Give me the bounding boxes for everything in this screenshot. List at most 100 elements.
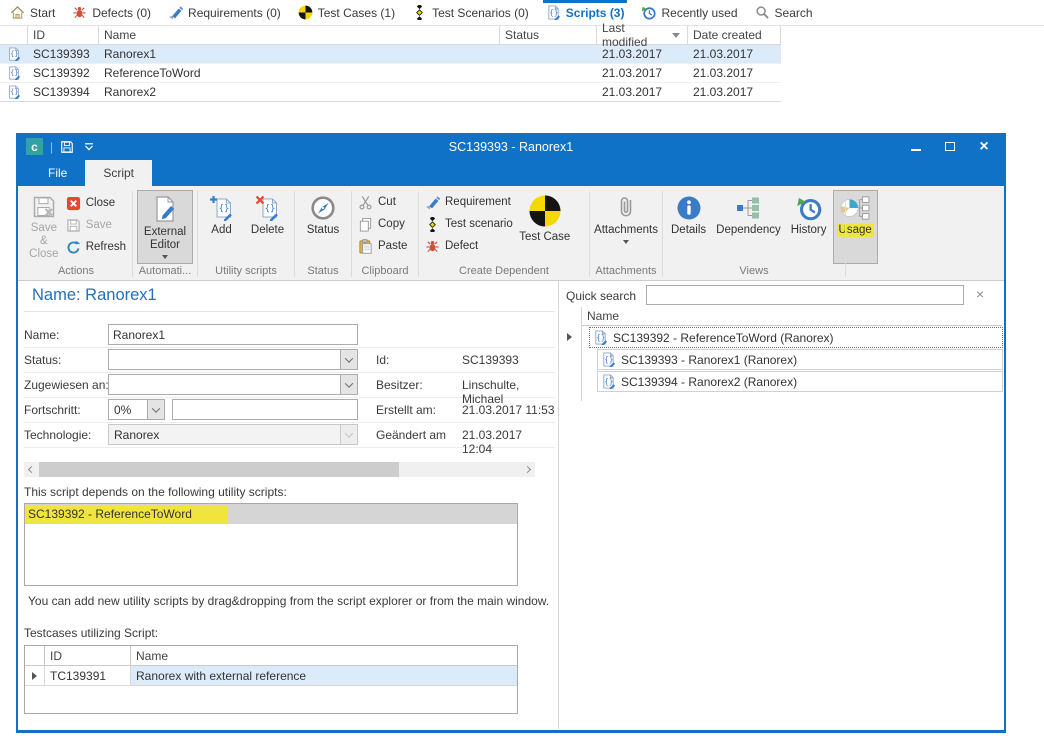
id-value: SC139393 bbox=[462, 353, 519, 367]
status-dropdown[interactable] bbox=[108, 349, 358, 370]
header-name[interactable]: Name bbox=[99, 26, 500, 44]
header-id[interactable]: ID bbox=[45, 646, 131, 665]
close-window-button[interactable]: × bbox=[978, 141, 990, 153]
row-indicator-icon bbox=[567, 333, 572, 341]
scenario-icon bbox=[425, 217, 440, 232]
button-label: Refresh bbox=[86, 241, 126, 253]
attachments-button[interactable]: Attachments bbox=[593, 190, 659, 264]
button-label: Copy bbox=[378, 218, 405, 230]
sort-desc-icon bbox=[672, 33, 680, 38]
table-row[interactable]: {} SC139393 Ranorex1 21.03.2017 21.03.20… bbox=[0, 45, 781, 64]
ribbon-tab-script[interactable]: Script bbox=[85, 160, 152, 186]
minimize-button[interactable] bbox=[910, 141, 922, 153]
progress-dropdown[interactable]: 0% bbox=[108, 399, 165, 420]
home-icon bbox=[10, 5, 25, 20]
tab-test-scenarios[interactable]: Test Scenarios (0) bbox=[412, 0, 529, 25]
quick-save-icon[interactable] bbox=[60, 140, 74, 154]
header-last-modified[interactable]: Last modified bbox=[597, 26, 688, 44]
create-test-case-button[interactable]: Test Case bbox=[515, 191, 575, 264]
assigned-to-dropdown[interactable] bbox=[108, 374, 358, 395]
dropdown-chevron-icon bbox=[162, 255, 168, 259]
button-label: External Editor bbox=[141, 226, 189, 252]
status-button[interactable]: Status bbox=[299, 190, 347, 264]
paste-button[interactable]: Paste bbox=[356, 235, 414, 257]
name-input[interactable] bbox=[108, 324, 358, 345]
dependencies-heading: This script depends on the following uti… bbox=[24, 485, 287, 499]
ribbon-tab-file[interactable]: File bbox=[30, 160, 85, 186]
button-label: Defect bbox=[445, 240, 478, 252]
button-label: Test Case bbox=[519, 231, 570, 244]
create-test-scenario-button[interactable]: Test scenario bbox=[423, 213, 515, 235]
create-requirement-button[interactable]: Requirement bbox=[423, 191, 515, 213]
chevron-down-icon bbox=[345, 429, 353, 437]
save-button[interactable]: Save bbox=[64, 214, 128, 236]
dropdown-button[interactable] bbox=[147, 400, 164, 419]
window-titlebar[interactable]: c | SC139393 - Ranorex1 × bbox=[18, 133, 1004, 160]
explorer-row[interactable]: {} SC139393 - Ranorex1 (Ranorex) bbox=[597, 349, 1003, 370]
scroll-right-button[interactable] bbox=[520, 462, 535, 477]
form-row-status: Status: Id: SC139393 bbox=[24, 348, 555, 373]
explorer-column-header[interactable]: Name bbox=[581, 307, 1002, 326]
table-row[interactable]: {} SC139394 Ranorex2 21.03.2017 21.03.20… bbox=[0, 83, 781, 102]
explorer-row[interactable]: {} SC139392 - ReferenceToWord (Ranorex) bbox=[589, 327, 1003, 348]
tab-search[interactable]: Search bbox=[755, 0, 813, 25]
maximize-icon bbox=[945, 142, 955, 151]
save-and-close-button[interactable]: Save & Close bbox=[24, 190, 64, 264]
explorer-row-label: SC139392 - ReferenceToWord (Ranorex) bbox=[613, 331, 834, 345]
scripts-table-header: ID Name Status Last modified Date create… bbox=[0, 26, 781, 45]
field-label: Fortschritt: bbox=[24, 403, 81, 417]
horizontal-scrollbar[interactable] bbox=[24, 462, 535, 477]
dropdown-chevron-icon bbox=[623, 240, 629, 244]
testcase-row[interactable]: TC139391 Ranorex with external reference bbox=[25, 666, 517, 686]
header-date-created[interactable]: Date created bbox=[688, 26, 781, 44]
explorer-row[interactable]: {} SC139394 - Ranorex2 (Ranorex) bbox=[597, 371, 1003, 392]
refresh-button[interactable]: Refresh bbox=[64, 236, 128, 258]
details-view-button[interactable]: Details bbox=[667, 190, 710, 264]
table-row[interactable]: {} SC139392 ReferenceToWord 21.03.2017 2… bbox=[0, 64, 781, 83]
tab-test-cases[interactable]: Test Cases (1) bbox=[298, 0, 395, 25]
explorer-row-label: SC139394 - Ranorex2 (Ranorex) bbox=[621, 375, 797, 389]
add-utility-script-button[interactable]: {} Add bbox=[202, 190, 241, 264]
tab-requirements[interactable]: Requirements (0) bbox=[168, 0, 281, 25]
history-view-button[interactable]: History bbox=[787, 190, 831, 264]
create-defect-button[interactable]: Defect bbox=[423, 235, 515, 257]
copy-button[interactable]: Copy bbox=[356, 213, 414, 235]
progress-note-input[interactable] bbox=[172, 399, 358, 420]
detail-heading: Name: Ranorex1 bbox=[32, 286, 157, 305]
dropdown-button[interactable] bbox=[340, 375, 357, 394]
header-id[interactable]: ID bbox=[28, 26, 99, 44]
quick-access-chevron-icon[interactable] bbox=[84, 143, 94, 151]
svg-text:{}: {} bbox=[549, 8, 558, 17]
dependency-view-button[interactable]: Dependency bbox=[712, 190, 785, 264]
cell-name: Ranorex1 bbox=[99, 47, 500, 61]
header-status[interactable]: Status bbox=[500, 26, 597, 44]
clear-search-icon[interactable]: × bbox=[976, 287, 984, 301]
tab-start[interactable]: Start bbox=[10, 0, 55, 25]
external-editor-button[interactable]: External Editor bbox=[137, 190, 193, 264]
tab-label: Search bbox=[775, 6, 813, 20]
usage-view-button[interactable]: Usage bbox=[833, 190, 878, 264]
dependency-item[interactable]: SC139392 - ReferenceToWord bbox=[25, 504, 517, 524]
maximize-button[interactable] bbox=[944, 141, 956, 153]
cell-id: SC139393 bbox=[28, 47, 99, 61]
bug-icon bbox=[72, 5, 87, 20]
chevron-down-icon bbox=[152, 404, 160, 412]
header-name[interactable]: Name bbox=[131, 646, 517, 665]
field-label: Besitzer: bbox=[376, 378, 423, 392]
cell-id: SC139392 bbox=[28, 66, 99, 80]
quick-search-input[interactable] bbox=[646, 285, 964, 305]
header-selector bbox=[25, 646, 45, 665]
cut-button[interactable]: Cut bbox=[356, 191, 414, 213]
dependencies-listbox[interactable]: SC139392 - ReferenceToWord bbox=[24, 503, 518, 586]
tab-defects[interactable]: Defects (0) bbox=[72, 0, 151, 25]
scroll-left-button[interactable] bbox=[24, 462, 39, 477]
dropdown-button[interactable] bbox=[340, 350, 357, 369]
delete-utility-script-button[interactable]: {} Delete bbox=[245, 190, 290, 264]
close-button[interactable]: Close bbox=[64, 192, 128, 214]
field-label: Status: bbox=[24, 353, 61, 367]
button-label: Status bbox=[307, 224, 340, 237]
scrollbar-thumb[interactable] bbox=[39, 462, 399, 477]
group-label: Create Dependent bbox=[419, 264, 589, 280]
form-row-assigned-to: Zugewiesen an: Besitzer: Linschulte, Mic… bbox=[24, 373, 555, 398]
cell-last-modified: 21.03.2017 bbox=[597, 47, 688, 61]
